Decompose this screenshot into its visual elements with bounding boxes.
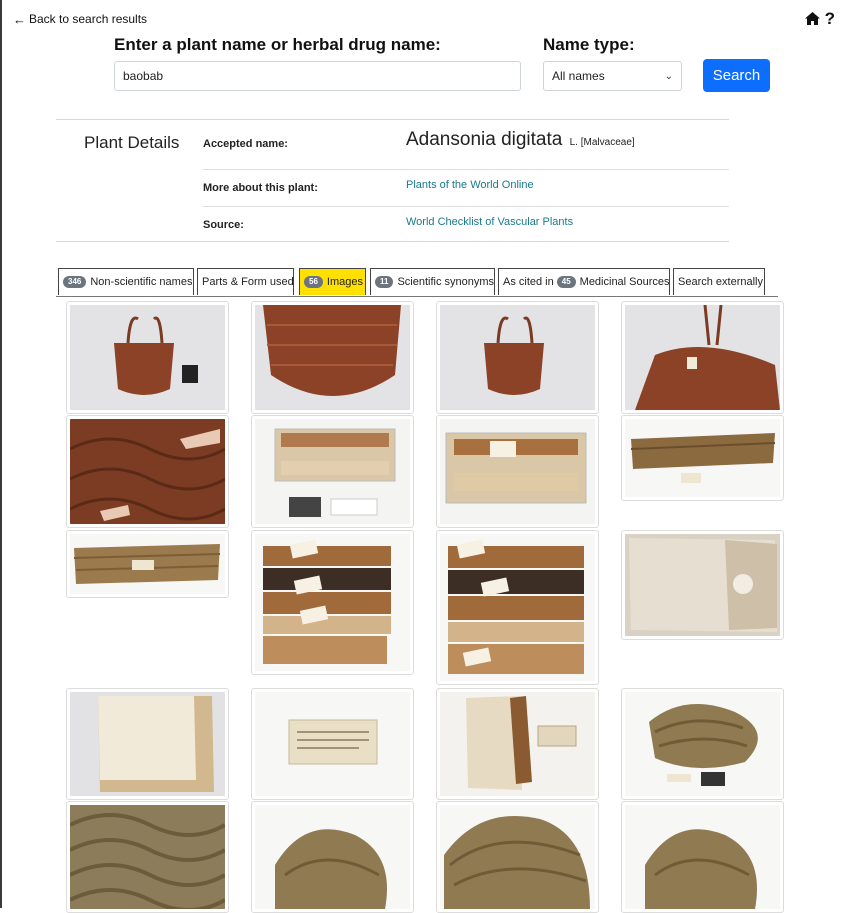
gallery-thumbnail[interactable] [436, 301, 599, 414]
gallery-thumbnail[interactable] [436, 530, 599, 685]
tab-bar: 346 Non-scientific names Parts & Form us… [56, 268, 778, 297]
divider [56, 241, 729, 242]
gallery-thumbnail[interactable] [251, 688, 414, 800]
count-badge: 56 [304, 276, 323, 288]
tab-non-scientific-names[interactable]: 346 Non-scientific names [58, 268, 194, 295]
tab-label: Search externally [678, 276, 763, 288]
gallery-thumbnail[interactable] [436, 415, 599, 528]
back-to-results-link[interactable]: ← Back to search results [13, 12, 147, 26]
name-type-selected: All names [552, 69, 605, 83]
tab-label: Non-scientific names [90, 276, 193, 288]
gallery-thumbnail[interactable] [66, 530, 229, 598]
source-link[interactable]: World Checklist of Vascular Plants [406, 216, 573, 228]
back-link-label: Back to search results [29, 12, 148, 26]
tab-scientific-synonyms[interactable]: 11 Scientific synonyms [370, 268, 495, 295]
divider [203, 169, 729, 170]
page-left-border [0, 0, 2, 908]
plant-search-input[interactable] [114, 61, 521, 91]
accepted-name-value: Adansonia digitata L. [Malvaceae] [406, 129, 635, 151]
divider [203, 206, 729, 207]
author-family: L. [Malvaceae] [569, 137, 635, 148]
gallery-thumbnail[interactable] [621, 415, 784, 501]
count-badge: 346 [63, 276, 87, 288]
gallery-thumbnail[interactable] [251, 530, 414, 675]
name-type-heading: Name type: [543, 35, 635, 54]
gallery-thumbnail[interactable] [621, 801, 784, 913]
count-badge: 11 [375, 276, 394, 288]
gallery-thumbnail[interactable] [621, 688, 784, 800]
tab-label: Parts & Form used [202, 276, 294, 288]
tab-label: Images [326, 276, 363, 288]
gallery-thumbnail[interactable] [66, 801, 229, 913]
top-right-icons: ? [804, 10, 835, 27]
gallery-thumbnail[interactable] [621, 301, 784, 414]
gallery-thumbnail[interactable] [66, 688, 229, 800]
gallery-thumbnail[interactable] [251, 301, 414, 414]
arrow-left-icon: ← [13, 11, 26, 27]
gallery-thumbnail[interactable] [621, 530, 784, 640]
gallery-thumbnail[interactable] [436, 801, 599, 913]
chevron-down-icon: ⌄ [664, 70, 673, 82]
help-icon[interactable]: ? [825, 10, 835, 27]
accepted-name-text: Adansonia digitata [406, 129, 563, 150]
divider [56, 119, 729, 120]
gallery-thumbnail[interactable] [66, 301, 229, 414]
plant-details-title: Plant Details [84, 133, 180, 152]
tab-label: Medicinal Sources [579, 276, 670, 288]
search-button[interactable]: Search [703, 59, 770, 92]
home-icon[interactable] [804, 11, 821, 26]
tab-medicinal-sources[interactable]: As cited in 45 Medicinal Sources [498, 268, 670, 295]
accepted-name-label: Accepted name: [203, 138, 288, 150]
search-heading: Enter a plant name or herbal drug name: [114, 35, 441, 54]
tab-search-externally[interactable]: Search externally [673, 268, 765, 295]
gallery-thumbnail[interactable] [66, 415, 229, 528]
tab-prefix: As cited in [503, 276, 554, 288]
gallery-thumbnail[interactable] [251, 801, 414, 913]
more-about-label: More about this plant: [203, 182, 318, 194]
tab-label: Scientific synonyms [397, 276, 495, 288]
plants-of-world-link[interactable]: Plants of the World Online [406, 179, 534, 191]
name-type-select[interactable]: All names ⌄ [543, 61, 682, 91]
gallery-thumbnail[interactable] [251, 415, 414, 528]
tab-parts-form-used[interactable]: Parts & Form used [197, 268, 294, 295]
tab-images[interactable]: 56 Images [299, 268, 366, 295]
count-badge: 45 [556, 276, 576, 288]
source-label: Source: [203, 219, 244, 231]
gallery-thumbnail[interactable] [436, 688, 599, 800]
